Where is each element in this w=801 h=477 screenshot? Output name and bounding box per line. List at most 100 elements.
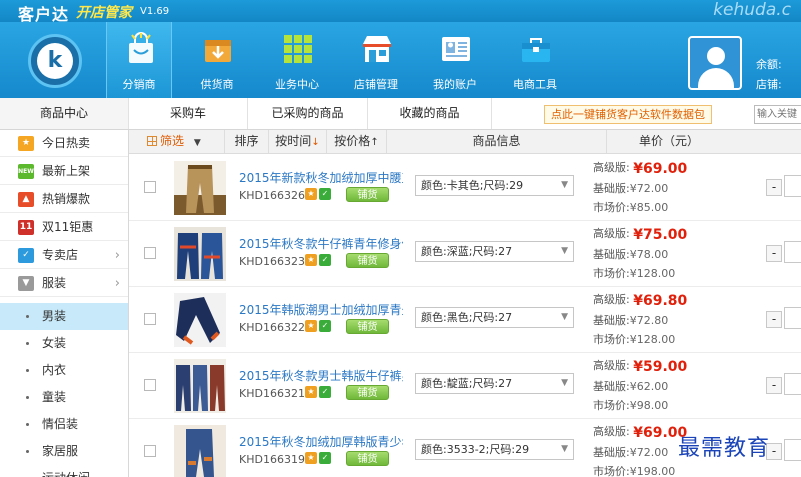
sort-by-price-button[interactable]: 按价格↑ xyxy=(327,130,387,153)
sidebar-subitem-homewear[interactable]: 家居服 xyxy=(0,438,128,465)
sidebar-subitem-label: 男装 xyxy=(42,309,67,323)
sort-by-time-button[interactable]: 按时间↓ xyxy=(269,130,327,153)
quantity-input[interactable] xyxy=(784,175,801,197)
user-avatar[interactable] xyxy=(688,36,742,90)
sidebar-subitem-menswear[interactable]: 男装 xyxy=(0,303,128,330)
product-title-link[interactable]: 2015年新款秋冬加绒加厚中腰直筒 xyxy=(239,169,403,186)
list-product-button[interactable]: 铺货 xyxy=(346,253,389,268)
toolbar-label: 我的账户 xyxy=(433,78,477,91)
basic-price-value: ¥72.80 xyxy=(629,314,669,327)
toolbar-label: 店铺管理 xyxy=(354,78,398,91)
quantity-decrement-button[interactable]: - xyxy=(766,179,782,196)
sidebar-item-new-arrivals[interactable]: NEW 最新上架 xyxy=(0,158,128,185)
list-product-button[interactable]: 铺货 xyxy=(346,187,389,202)
product-title-link[interactable]: 2015年秋冬加绒加厚韩版青少年款 xyxy=(239,433,403,450)
row-checkbox[interactable] xyxy=(144,181,156,193)
unit-price-column: 单价（元） xyxy=(639,134,700,148)
star-badge-icon: ★ xyxy=(305,452,317,464)
list-product-button[interactable]: 铺货 xyxy=(346,319,389,334)
sidebar-item-label: 服装 xyxy=(42,276,67,290)
product-thumbnail[interactable] xyxy=(174,425,226,477)
market-price-value: ¥128.00 xyxy=(629,333,676,346)
chevron-down-icon: ▼ xyxy=(561,444,568,454)
basic-price-label: 基础版: xyxy=(593,314,630,327)
sidebar-subitem-womenswear[interactable]: 女装 xyxy=(0,330,128,357)
variant-value: 颜色:3533-2;尺码:29 xyxy=(421,443,530,456)
filter-dropdown[interactable]: 筛选 ▼ xyxy=(129,130,225,153)
row-checkbox[interactable] xyxy=(144,247,156,259)
variant-select[interactable]: 颜色:黑色;尺码:27 ▼ xyxy=(415,307,574,328)
variant-select[interactable]: 颜色:深蓝;尺码:27 ▼ xyxy=(415,241,574,262)
bullet-icon xyxy=(26,423,29,426)
premium-price: 高级版: ¥69.80 xyxy=(593,293,687,309)
sidebar-item-brand-store[interactable]: ✓ 专卖店 › xyxy=(0,242,128,269)
quantity-input[interactable] xyxy=(784,241,801,263)
tab-purchased-products[interactable]: 已采购的商品 xyxy=(248,98,368,129)
sidebar-item-hot-sellers[interactable]: ▲ 热销爆款 xyxy=(0,186,128,213)
sidebar-item-clothing[interactable]: ▼ 服装 › xyxy=(0,270,128,297)
quantity-decrement-button[interactable]: - xyxy=(766,311,782,328)
one-click-import-link[interactable]: 点此一键铺货客户达软件数据包 xyxy=(544,105,712,124)
row-checkbox[interactable] xyxy=(144,313,156,325)
toolbar-my-account-button[interactable]: 我的账户 xyxy=(422,22,488,98)
table-row: 2015年新款秋冬加绒加厚中腰直筒 KHD166326 ★ ✓ 铺货 颜色:卡其… xyxy=(129,155,801,221)
variant-select[interactable]: 颜色:3533-2;尺码:29 ▼ xyxy=(415,439,574,460)
toolbox-icon xyxy=(522,38,550,62)
sidebar-subitem-sportswear[interactable]: 运动休闲 xyxy=(0,465,128,477)
quantity-decrement-button[interactable]: - xyxy=(766,377,782,394)
sidebar-item-label: 热销爆款 xyxy=(42,192,91,206)
toolbar-store-management-button[interactable]: 店铺管理 xyxy=(343,22,409,98)
product-title-link[interactable]: 2015年秋冬款牛仔裤青年修身保暖 xyxy=(239,235,403,252)
search-input[interactable] xyxy=(754,105,801,124)
quantity-input[interactable] xyxy=(784,439,801,461)
sidebar-item-label: 专卖店 xyxy=(42,248,79,262)
market-price-label: 市场价: xyxy=(593,399,630,412)
tab-product-center[interactable]: 商品中心 xyxy=(0,98,129,129)
balance-label: 余额: xyxy=(756,58,782,71)
quantity-input[interactable] xyxy=(784,373,801,395)
toolbar-distributor-button[interactable]: 分销商 xyxy=(106,22,172,98)
sidebar-subitem-kidswear[interactable]: 童装 xyxy=(0,384,128,411)
variant-select[interactable]: 颜色:靛蓝;尺码:27 ▼ xyxy=(415,373,574,394)
basic-price: 基础版:¥72.00 xyxy=(593,180,668,196)
market-price-value: ¥98.00 xyxy=(629,399,669,412)
product-thumbnail[interactable] xyxy=(174,161,226,215)
toolbar-label: 业务中心 xyxy=(275,78,319,91)
toolbar-ecommerce-tools-button[interactable]: 电商工具 xyxy=(502,22,568,98)
chevron-right-icon: › xyxy=(114,276,120,291)
quantity-input[interactable] xyxy=(784,307,801,329)
sidebar-item-double11[interactable]: 11 双11钜惠 xyxy=(0,214,128,241)
bullet-icon xyxy=(26,369,29,372)
basic-price-label: 基础版: xyxy=(593,446,630,459)
list-product-button[interactable]: 铺货 xyxy=(346,385,389,400)
toolbar-supplier-button[interactable]: 供货商 xyxy=(184,22,250,98)
toolbar-label: 分销商 xyxy=(122,78,156,91)
tab-favorite-products[interactable]: 收藏的商品 xyxy=(368,98,492,129)
chevron-down-icon: ▼ xyxy=(561,180,568,190)
sidebar-item-today-hot[interactable]: ★ 今日热卖 xyxy=(0,130,128,157)
premium-price: 高级版: ¥69.00 xyxy=(593,425,687,441)
product-title-link[interactable]: 2015年韩版潮男士加绒加厚青少年 xyxy=(239,301,403,318)
product-thumbnail[interactable] xyxy=(174,293,226,347)
list-product-button[interactable]: 铺货 xyxy=(346,451,389,466)
row-checkbox[interactable] xyxy=(144,445,156,457)
row-checkbox[interactable] xyxy=(144,379,156,391)
basic-price: 基础版:¥78.00 xyxy=(593,246,668,262)
toolbar-business-center-button[interactable]: 业务中心 xyxy=(264,22,330,98)
product-thumbnail[interactable] xyxy=(174,359,226,413)
variant-select[interactable]: 颜色:卡其色;尺码:29 ▼ xyxy=(415,175,574,196)
tab-purchase-cart[interactable]: 采购车 xyxy=(129,98,248,129)
premium-price-label: 高级版: xyxy=(593,227,630,240)
sidebar-subitem-couples[interactable]: 情侣装 xyxy=(0,411,128,438)
product-thumbnail[interactable] xyxy=(174,227,226,281)
shield-badge-icon: ✓ xyxy=(319,254,331,266)
variant-value: 颜色:卡其色;尺码:29 xyxy=(421,179,524,192)
quantity-decrement-button[interactable]: - xyxy=(766,245,782,262)
product-title-link[interactable]: 2015年秋冬款男士韩版牛仔裤男款 xyxy=(239,367,403,384)
storefront-icon xyxy=(363,36,391,62)
product-code: KHD166326 xyxy=(239,189,305,202)
premium-price-label: 高级版: xyxy=(593,425,630,438)
sidebar-subitem-underwear[interactable]: 内衣 xyxy=(0,357,128,384)
gift-icon: 11 xyxy=(18,220,34,235)
sidebar-item-label: 最新上架 xyxy=(42,164,91,178)
